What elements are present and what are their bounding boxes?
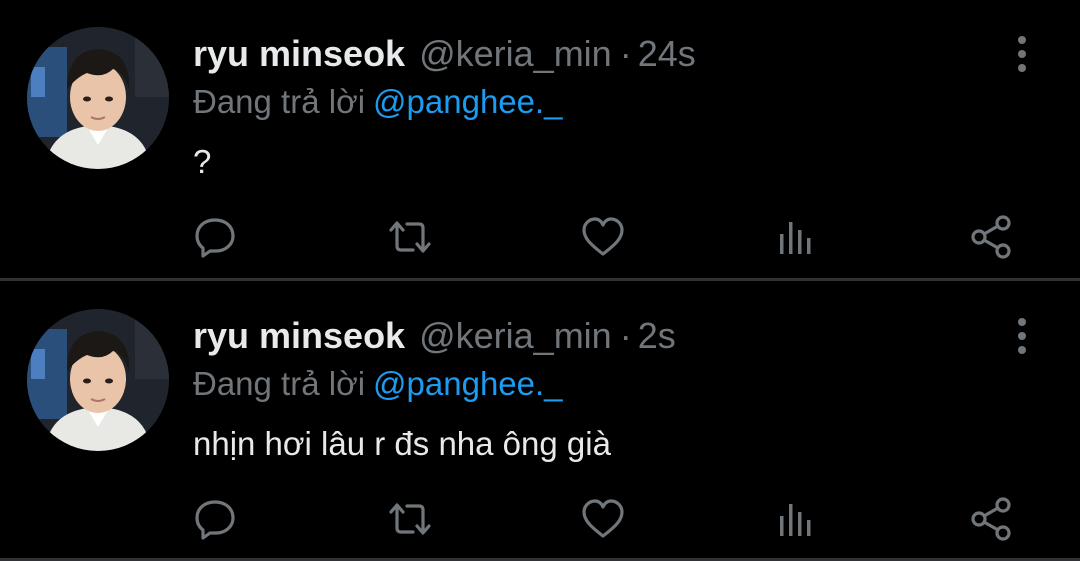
avatar[interactable] [27,309,169,451]
tweet-header: ryu minseok @keria_min · 24s [193,32,696,76]
reply-context: Đang trả lời @panghee._ [193,80,563,124]
divider [0,278,1080,281]
heart-icon [582,217,624,256]
speech-bubble-icon [195,218,235,258]
heart-icon [582,499,624,538]
user-handle[interactable]: @keria_min [419,33,612,74]
reply-prefix: Đang trả lời [193,365,366,402]
separator-dot: · [619,33,632,74]
tweet[interactable]: ryu minseok @keria_min · 24s Đang trả lời @p… [0,0,1080,274]
user-handle[interactable]: @keria_min [419,315,612,356]
avatar[interactable] [27,27,169,169]
tweet-text: nhịn hơi lâu r đs nha ông già [193,425,611,462]
reply-context: Đang trả lời @panghee._ [193,362,563,406]
reply-mention-link[interactable]: @panghee._ [373,365,563,402]
reply-prefix: Đang trả lời [193,83,366,120]
tweet-actions [0,212,1080,262]
more-options-button[interactable] [1008,316,1036,356]
bar-chart-icon [780,504,811,536]
separator-dot: · [619,315,632,356]
like-button[interactable] [578,212,628,262]
tweet-feed: ryu minseok @keria_min · 24s Đang trả lời @p… [0,0,1080,561]
timestamp[interactable]: 2s [638,315,676,356]
tweet-actions [0,494,1080,544]
share-button[interactable] [966,494,1016,544]
bar-chart-icon [780,222,811,254]
tweet-text: ? [193,143,212,180]
retweet-button[interactable] [385,212,435,262]
vertical-ellipsis-icon [1018,36,1026,72]
speech-bubble-icon [195,500,235,540]
reply-button[interactable] [190,494,240,544]
tweet[interactable]: ryu minseok @keria_min · 2s Đang trả lời @pa… [0,282,1080,556]
retweet-arrows-icon [389,503,431,535]
share-nodes-icon [971,215,1011,259]
more-options-button[interactable] [1008,34,1036,74]
retweet-arrows-icon [389,221,431,253]
reply-button[interactable] [190,212,240,262]
display-name[interactable]: ryu minseok [193,33,405,74]
like-button[interactable] [578,494,628,544]
views-button[interactable] [772,494,822,544]
vertical-ellipsis-icon [1018,318,1026,354]
retweet-button[interactable] [385,494,435,544]
timestamp[interactable]: 24s [638,33,696,74]
share-button[interactable] [966,212,1016,262]
views-button[interactable] [772,212,822,262]
display-name[interactable]: ryu minseok [193,315,405,356]
share-nodes-icon [971,497,1011,541]
tweet-header: ryu minseok @keria_min · 2s [193,314,676,358]
reply-mention-link[interactable]: @panghee._ [373,83,563,120]
